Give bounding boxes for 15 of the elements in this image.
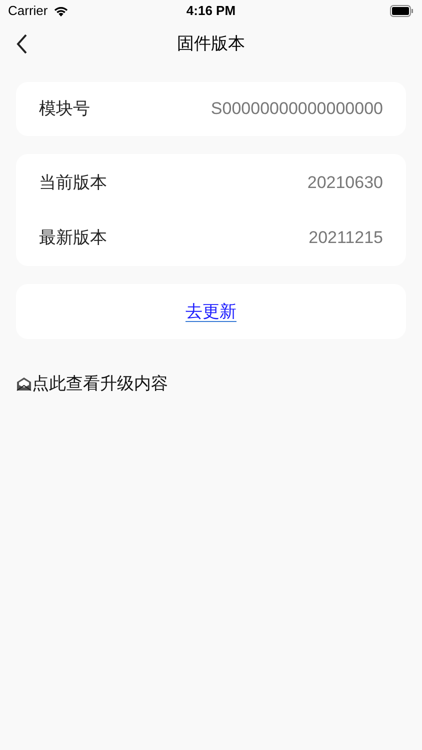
wifi-icon [52,5,69,17]
upgrade-notes-link[interactable]: 点此查看升级内容 [32,371,168,396]
back-icon[interactable] [16,34,28,54]
version-label: 最新版本 [39,226,107,249]
status-time: 4:16 PM [186,2,236,20]
envelope-icon [16,376,32,392]
update-link[interactable]: 去更新 [186,298,236,324]
battery-icon [390,5,414,17]
version-value: 20210630 [307,172,383,194]
carrier-label: Carrier [8,2,48,20]
page-title: 固件版本 [177,33,245,56]
module-label: 模块号 [39,98,90,120]
module-value: S00000000000000000 [210,98,383,120]
version-value: 20211215 [308,226,383,249]
version-label: 当前版本 [39,172,107,194]
